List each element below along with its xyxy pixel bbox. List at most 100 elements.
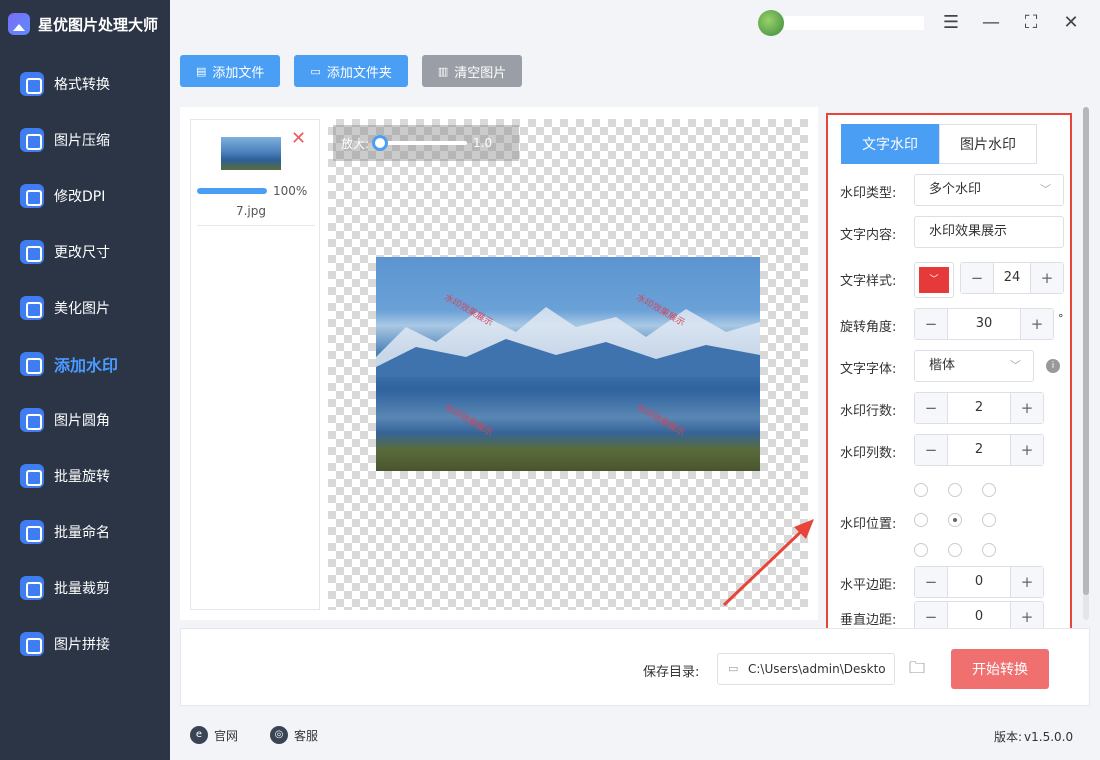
position-radio-bottom-right[interactable] — [982, 543, 996, 557]
horizontal-margin-value[interactable]: 0 — [947, 567, 1011, 597]
rotate-angle-value[interactable]: 30 — [947, 309, 1021, 339]
sidebar-item-label: 添加水印 — [54, 356, 119, 375]
sidebar-item-label: 更改尺寸 — [54, 245, 110, 261]
sidebar-item-beautify[interactable]: 美化图片 — [0, 280, 170, 336]
sidebar-item-stitch[interactable]: 图片拼接 — [0, 616, 170, 672]
watermark-rows-value[interactable]: 2 — [947, 393, 1011, 423]
sidebar-nav: 格式转换 图片压缩 修改DPI 更改尺寸 美化图片 添加水印 图片圆角 批量旋转… — [0, 56, 170, 672]
decrease-button[interactable]: − — [915, 567, 947, 597]
settings-icon[interactable]: ☰ — [940, 12, 962, 34]
sidebar-item-format-convert[interactable]: 格式转换 — [0, 56, 170, 112]
progress-bar — [197, 188, 267, 194]
rotate-angle-stepper: − 30 + — [914, 308, 1054, 340]
tab-image-watermark[interactable]: 图片水印 — [939, 124, 1037, 164]
position-radio-bottom-center[interactable] — [948, 543, 962, 557]
sidebar-item-compress[interactable]: 图片压缩 — [0, 112, 170, 168]
round-corner-icon — [20, 408, 44, 432]
watermark-type-row: 水印类型: 多个水印 ﹀ — [840, 174, 1070, 206]
chevron-down-icon: ﹀ — [919, 267, 949, 293]
panel-scrollbar-thumb[interactable] — [1083, 107, 1089, 595]
maximize-icon[interactable]: ⛶ — [1020, 12, 1042, 34]
app-logo-icon — [8, 13, 30, 35]
sidebar-item-label: 格式转换 — [54, 77, 110, 93]
add-file-label: 添加文件 — [212, 65, 265, 81]
watermark-rows-row: 水印行数: − 2 + — [840, 392, 1070, 424]
save-directory-input[interactable]: ▭ C:\Users\admin\Deskto — [717, 653, 895, 685]
sidebar-item-label: 批量旋转 — [54, 469, 110, 485]
browse-folder-icon[interactable]: 🗀 — [905, 657, 929, 681]
decrease-button[interactable]: − — [915, 435, 947, 465]
app-title: 星优图片处理大师 — [38, 15, 159, 34]
add-folder-button[interactable]: ▭ 添加文件夹 — [294, 55, 408, 87]
sidebar-item-label: 美化图片 — [54, 301, 110, 317]
position-grid — [914, 483, 998, 557]
zoom-label: 放大: — [341, 136, 370, 151]
customer-service-label: 客服 — [294, 728, 319, 743]
zoom-slider[interactable] — [372, 135, 468, 151]
trash-icon: ▥ — [437, 64, 449, 78]
add-folder-label: 添加文件夹 — [326, 65, 392, 81]
website-label: 官网 — [214, 728, 239, 743]
image-thumbnail[interactable] — [221, 137, 281, 170]
decrease-button[interactable]: − — [915, 393, 947, 423]
chevron-down-icon: ﹀ — [1010, 359, 1021, 372]
decrease-button[interactable]: − — [961, 263, 993, 293]
rename-icon — [20, 520, 44, 544]
sidebar-item-resize[interactable]: 更改尺寸 — [0, 224, 170, 280]
preview-image: 水印效果展示 水印效果展示 水印效果展示 水印效果展示 — [376, 257, 760, 471]
position-radio-top-right[interactable] — [982, 483, 996, 497]
text-content-label: 文字内容: — [840, 228, 897, 243]
website-link[interactable]: e 官网 — [190, 726, 238, 744]
sidebar-item-rotate[interactable]: 批量旋转 — [0, 448, 170, 504]
position-radio-middle-left[interactable] — [914, 513, 928, 527]
tab-text-watermark[interactable]: 文字水印 — [841, 124, 939, 164]
format-convert-icon — [20, 72, 44, 96]
file-name: 7.jpg — [235, 204, 267, 218]
start-convert-button[interactable]: 开始转换 — [951, 649, 1049, 689]
sidebar-item-dpi[interactable]: 修改DPI — [0, 168, 170, 224]
horizontal-margin-row: 水平边距: − 0 + — [840, 566, 1070, 598]
increase-button[interactable]: + — [1011, 393, 1043, 423]
sidebar-item-round-corner[interactable]: 图片圆角 — [0, 392, 170, 448]
folder-icon: ▭ — [728, 662, 739, 675]
text-content-input[interactable]: 水印效果展示 — [914, 216, 1064, 248]
increase-button[interactable]: + — [1011, 435, 1043, 465]
avatar[interactable] — [758, 10, 784, 36]
watermark-cols-value[interactable]: 2 — [947, 435, 1011, 465]
font-size-stepper: − 24 + — [960, 262, 1064, 294]
position-radio-center[interactable] — [948, 513, 962, 527]
customer-service-link[interactable]: ◎ 客服 — [270, 726, 318, 744]
font-family-select[interactable]: 楷体 ﹀ — [914, 350, 1034, 382]
decrease-button[interactable]: − — [915, 309, 947, 339]
add-file-button[interactable]: ▤ 添加文件 — [180, 55, 281, 87]
zoom-slider-handle[interactable] — [372, 135, 389, 151]
watermark-type-select[interactable]: 多个水印 ﹀ — [914, 174, 1064, 206]
info-icon[interactable]: i — [1046, 359, 1060, 373]
minimize-icon[interactable]: — — [980, 12, 1002, 34]
save-directory-value: C:\Users\admin\Deskto — [748, 662, 886, 676]
compress-icon — [20, 128, 44, 152]
increase-button[interactable]: + — [1031, 263, 1063, 293]
increase-button[interactable]: + — [1021, 309, 1053, 339]
sidebar-item-watermark[interactable]: 添加水印 — [0, 336, 170, 392]
version-info: 版本: v1.5.0.0 — [994, 728, 1073, 745]
clear-images-button[interactable]: ▥ 清空图片 — [421, 55, 523, 87]
stitch-icon — [20, 632, 44, 656]
remove-file-icon[interactable]: ✕ — [291, 128, 306, 149]
font-size-value[interactable]: 24 — [993, 263, 1031, 293]
degree-unit: ° — [1058, 312, 1064, 325]
close-icon[interactable]: ✕ — [1060, 12, 1082, 34]
position-radio-middle-right[interactable] — [982, 513, 996, 527]
sidebar-item-rename[interactable]: 批量命名 — [0, 504, 170, 560]
position-radio-top-left[interactable] — [914, 483, 928, 497]
file-icon: ▤ — [196, 64, 207, 78]
sidebar-item-crop[interactable]: 批量裁剪 — [0, 560, 170, 616]
color-picker[interactable]: ﹀ — [914, 262, 954, 298]
divider — [197, 225, 315, 226]
increase-button[interactable]: + — [1011, 567, 1043, 597]
position-radio-bottom-left[interactable] — [914, 543, 928, 557]
toolbar: ▤ 添加文件 ▭ 添加文件夹 ▥ 清空图片 — [180, 55, 523, 87]
watermark-cols-label: 水印列数: — [840, 446, 897, 461]
position-radio-top-center[interactable] — [948, 483, 962, 497]
watermark-text: 水印效果展示 — [442, 402, 495, 439]
